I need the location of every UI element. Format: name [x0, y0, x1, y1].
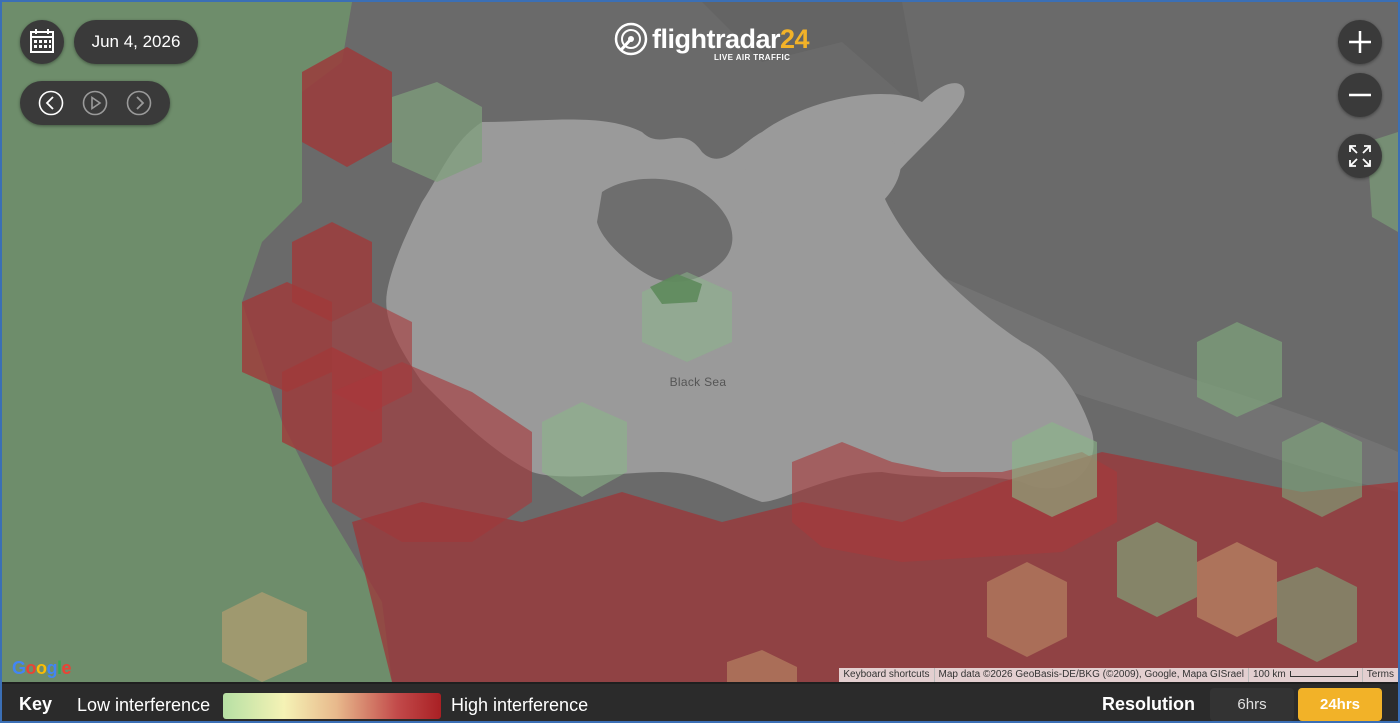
play-button[interactable] [82, 90, 108, 116]
app-frame: Black Sea Jun 4, 2026 flightradar24 LIVE… [0, 0, 1400, 723]
legend-bar: Key Low interference High interference R… [2, 684, 1398, 721]
map-canvas[interactable]: Black Sea Jun 4, 2026 flightradar24 LIVE… [2, 2, 1398, 682]
terms-link[interactable]: Terms [1361, 668, 1398, 682]
next-button[interactable] [126, 90, 152, 116]
logo-tagline: LIVE AIR TRAFFIC [714, 53, 791, 62]
logo-number: 24 [780, 24, 810, 54]
interference-gradient [223, 693, 441, 719]
chevron-left-circle-icon [38, 90, 64, 116]
chevron-right-circle-icon [126, 90, 152, 116]
resolution-24hrs-button[interactable]: 24hrs [1298, 688, 1382, 721]
fullscreen-button[interactable] [1338, 134, 1382, 178]
minus-icon [1349, 93, 1371, 97]
low-interference-label: Low interference [77, 695, 211, 715]
sea-label: Black Sea [669, 375, 727, 389]
flightradar24-logo: flightradar24 LIVE AIR TRAFFIC [614, 20, 810, 64]
plus-icon [1349, 31, 1371, 53]
date-selector[interactable]: Jun 4, 2026 [74, 20, 198, 64]
high-interference-label: High interference [451, 695, 589, 715]
keyboard-shortcuts-link[interactable]: Keyboard shortcuts [839, 668, 933, 682]
previous-button[interactable] [38, 90, 64, 116]
scale-line [1289, 671, 1358, 678]
playback-controls [20, 81, 170, 125]
map-data-text: Map data ©2026 GeoBasis-DE/BKG (©2009), … [933, 668, 1248, 682]
logo-text: flightradar [652, 24, 781, 54]
map-attribution: Keyboard shortcuts Map data ©2026 GeoBas… [839, 668, 1398, 682]
zoom-in-button[interactable] [1338, 20, 1382, 64]
expand-icon [1349, 145, 1371, 167]
google-logo[interactable]: Google [12, 658, 72, 679]
scale-label: 100 km [1252, 669, 1286, 680]
play-circle-icon [82, 90, 108, 116]
scale-bar[interactable]: 100 km [1247, 668, 1362, 682]
calendar-button[interactable] [20, 20, 64, 64]
radar-icon [614, 22, 648, 56]
resolution-title: Resolution [1102, 694, 1195, 714]
key-title: Key [19, 694, 53, 714]
basemap [2, 2, 1398, 682]
resolution-6hrs-button[interactable]: 6hrs [1210, 688, 1294, 721]
calendar-icon [30, 29, 54, 53]
zoom-out-button[interactable] [1338, 73, 1382, 117]
